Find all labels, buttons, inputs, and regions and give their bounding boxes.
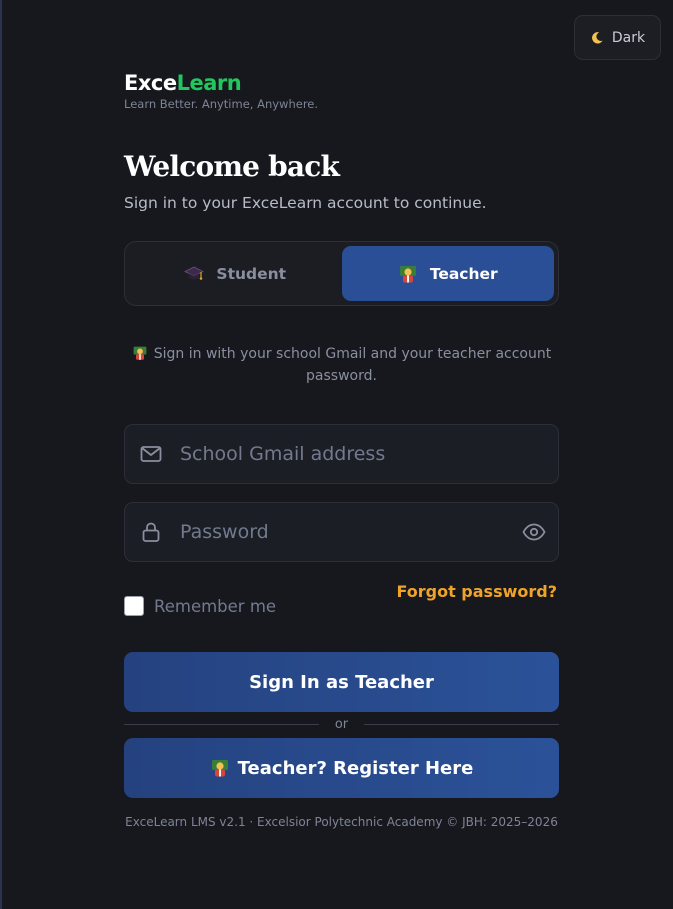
theme-toggle-label: Dark: [611, 29, 646, 46]
theme-toggle-button[interactable]: Dark: [574, 15, 661, 60]
role-option-student[interactable]: Student: [129, 246, 342, 301]
sign-in-button[interactable]: Sign In as Teacher: [124, 652, 559, 712]
sign-in-hint: Sign in with your school Gmail and your …: [124, 343, 559, 387]
remember-me[interactable]: Remember me: [124, 596, 276, 616]
remember-me-checkbox[interactable]: [124, 596, 144, 616]
moon-icon: [591, 31, 603, 44]
teacher-icon: [133, 346, 147, 360]
email-field: [124, 424, 559, 484]
divider-line: [364, 723, 559, 725]
footer: ExceLearn LMS v2.1 · Excelsior Polytechn…: [125, 815, 558, 829]
page-subtitle: Sign in to your ExceLearn account to con…: [124, 194, 487, 212]
mail-icon: [140, 446, 162, 462]
teacher-icon: [399, 265, 416, 282]
page-title: Welcome back: [124, 150, 340, 183]
password-field: [124, 502, 559, 562]
divider-label: or: [334, 716, 349, 732]
login-page: Dark ExceLearn Learn Better. Anytime, An…: [0, 0, 673, 909]
eye-icon[interactable]: [522, 520, 546, 544]
forgot-password-link[interactable]: Forgot password?: [396, 582, 557, 601]
role-option-student-label: Student: [216, 264, 287, 283]
register-button-label: Teacher? Register Here: [237, 757, 474, 779]
role-option-teacher-label: Teacher: [429, 264, 498, 283]
or-divider: or: [124, 716, 559, 732]
brand-name-part1: Exce: [124, 71, 177, 95]
register-button[interactable]: Teacher? Register Here: [124, 738, 559, 798]
brand-tagline: Learn Better. Anytime, Anywhere.: [124, 97, 319, 111]
remember-me-label: Remember me: [154, 596, 277, 616]
brand-name-part2: Learn: [176, 71, 242, 95]
divider-line: [124, 723, 319, 725]
sign-in-hint-text: Sign in with your school Gmail and your …: [153, 346, 552, 384]
password-input[interactable]: [180, 521, 522, 543]
role-option-teacher[interactable]: Teacher: [341, 246, 554, 301]
brand: ExceLearn Learn Better. Anytime, Anywher…: [124, 70, 318, 111]
role-toggle: Student Teacher: [124, 241, 559, 306]
brand-logo: ExceLearn: [124, 70, 318, 96]
teacher-icon: [211, 760, 228, 777]
lock-icon: [142, 522, 160, 542]
graduation-cap-icon: [184, 266, 205, 280]
email-input[interactable]: [180, 443, 544, 465]
sign-in-button-label: Sign In as Teacher: [249, 671, 434, 693]
